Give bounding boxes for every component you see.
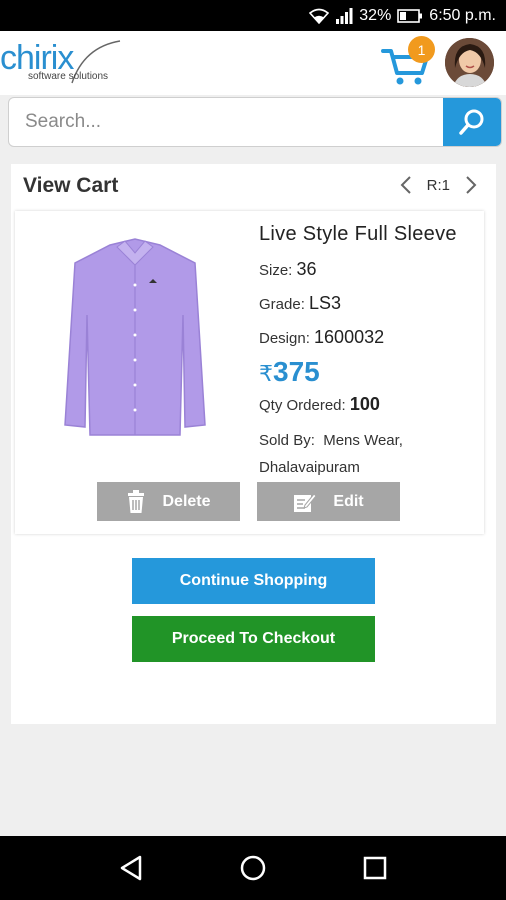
status-bar: 32% 6:50 p.m. (0, 0, 506, 31)
cart-item: Live Style Full Sleeve Size: 36 Grade: L… (15, 211, 484, 534)
delete-label: Delete (162, 492, 211, 510)
battery-icon (397, 8, 423, 23)
home-button[interactable] (233, 848, 273, 888)
edit-button[interactable]: Edit (257, 482, 400, 521)
pager-label: R:1 (426, 176, 450, 194)
currency-symbol: ₹ (259, 361, 273, 386)
cart-count-badge: 1 (408, 36, 435, 63)
item-design: Design: 1600032 (259, 327, 484, 348)
cart-pager: R:1 (397, 174, 480, 196)
size-value: 36 (296, 259, 317, 279)
item-seller: Sold By: Mens Wear, Dhalavaipuram (259, 427, 484, 481)
clock: 6:50 p.m. (429, 6, 496, 24)
edit-label: Edit (333, 492, 364, 510)
item-size: Size: 36 (259, 259, 484, 280)
grade-value: LS3 (309, 293, 342, 313)
qty-label: Qty Ordered: (259, 397, 346, 414)
wifi-icon (309, 8, 330, 24)
edit-icon (294, 492, 318, 512)
grade-label: Grade: (259, 296, 305, 313)
search-button[interactable] (443, 98, 501, 146)
chevron-right-icon (466, 176, 477, 194)
search-input[interactable] (9, 98, 445, 146)
back-button[interactable] (111, 848, 151, 888)
avatar[interactable] (445, 38, 494, 87)
recents-square-icon (363, 856, 387, 880)
next-page-button[interactable] (462, 174, 480, 196)
item-grade: Grade: LS3 (259, 293, 484, 314)
app-header: chirix software solutions 1 (0, 31, 506, 95)
page-title: View Cart (23, 174, 119, 197)
recents-button[interactable] (355, 848, 395, 888)
home-circle-icon (240, 855, 266, 881)
product-image[interactable] (55, 235, 215, 445)
price-value: 375 (273, 356, 320, 387)
item-qty: Qty Ordered: 100 (259, 394, 484, 415)
logo-tagline: software solutions (28, 71, 109, 82)
checkout-button[interactable]: Proceed To Checkout (132, 616, 375, 662)
logo: chirix software solutions (0, 39, 130, 87)
item-details: Live Style Full Sleeve Size: 36 Grade: L… (259, 223, 484, 481)
item-name[interactable]: Live Style Full Sleeve (259, 223, 484, 246)
cart-panel: View Cart R:1 Live Style Full Sleeve Siz… (11, 164, 496, 724)
back-triangle-icon (120, 855, 142, 881)
continue-shopping-button[interactable]: Continue Shopping (132, 558, 375, 604)
system-nav-bar (0, 836, 506, 900)
sold-by-location: Dhalavaipuram (259, 459, 360, 476)
design-label: Design: (259, 330, 310, 347)
signal-icon (335, 7, 353, 24)
chevron-left-icon (400, 176, 411, 194)
user-photo-icon (445, 38, 494, 87)
prev-page-button[interactable] (397, 174, 415, 196)
delete-button[interactable]: Delete (97, 482, 240, 521)
search-icon (459, 109, 484, 135)
size-label: Size: (259, 262, 293, 279)
sold-by-label: Sold By: (259, 432, 315, 449)
shirt-icon (64, 238, 206, 436)
qty-value: 100 (349, 394, 380, 414)
battery-percent: 32% (359, 6, 392, 24)
item-price: ₹375 (259, 356, 484, 388)
search-bar (8, 97, 502, 147)
design-value: 1600032 (314, 327, 385, 347)
trash-icon (128, 489, 145, 513)
sold-by-value: Mens Wear, (323, 432, 403, 449)
